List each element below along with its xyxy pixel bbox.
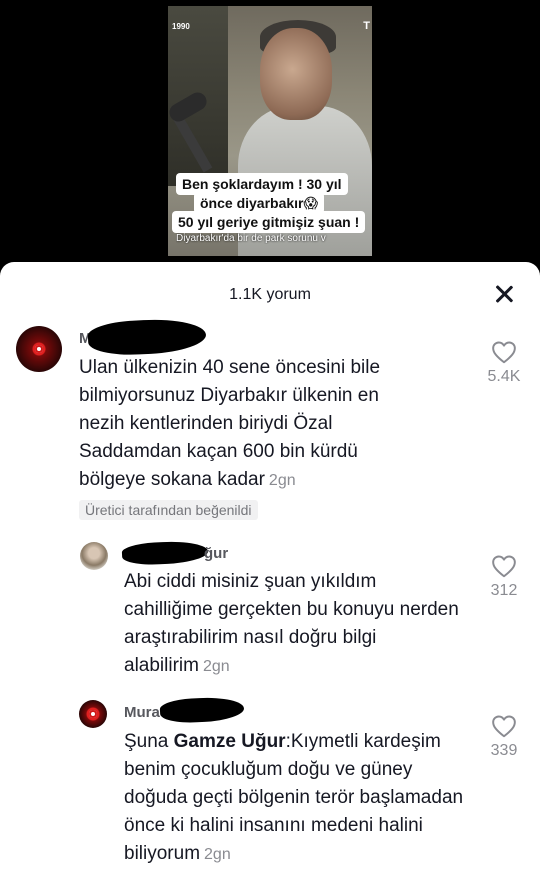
redaction-mark [121,539,209,567]
avatar[interactable] [79,700,107,728]
redaction-mark [159,695,245,725]
comment-body-prefix: Şuna [124,731,174,752]
comments-sheet: 1.1K yorum Mu Ulan ülkenizin 40 sene önc… [0,262,540,882]
comment-date: 2gn [268,472,296,489]
comment-username[interactable]: ğur [204,545,228,562]
year-label: 1990 [172,22,190,31]
like-button[interactable]: 312 [482,554,526,600]
heart-icon [492,715,516,738]
man-face [260,28,332,120]
comment-username[interactable]: Mura [124,704,160,721]
comment-text: Şuna Gamze Uğur:Kıymetli kardeşim benim … [124,728,474,869]
like-count: 312 [490,582,518,599]
mention-link[interactable]: Gamze Uğur [174,731,286,752]
heart-icon [492,555,516,578]
comment-body: Ulan ülkenizin 40 sene öncesini bile bil… [79,357,381,490]
comment-date: 2gn [204,846,231,863]
creator-liked-badge: Üretici tarafından beğenildi [79,500,258,520]
close-icon[interactable] [488,278,520,310]
avatar[interactable] [16,326,62,372]
comment-date: 2gn [202,658,230,675]
like-count: 339 [490,742,518,759]
comments-count-title: 1.1K yorum [229,286,311,303]
heart-icon [492,341,516,364]
video-preview[interactable]: 1990 T Ben şoklardayım ! 30 yıl önce diy… [0,0,540,262]
comment-body: Abi ciddi misiniz şuan yıkıldım cahilliğ… [124,571,459,676]
like-button[interactable]: 5.4K [482,340,526,386]
like-button[interactable]: 339 [482,714,526,760]
comment-text: Ulan ülkenizin 40 sene öncesini bile bil… [79,354,419,495]
video-caption-line-3: 50 yıl geriye gitmişiz şuan ! [172,211,366,233]
like-count: 5.4K [487,368,521,385]
redaction-mark [87,316,207,358]
avatar[interactable] [80,542,108,570]
watermark-letter: T [363,20,370,32]
video-subtitle: Diyarbakır'da bir de park sorunu v [176,233,326,244]
comment-text: Abi ciddi misiniz şuan yıkıldım cahilliğ… [124,568,464,681]
